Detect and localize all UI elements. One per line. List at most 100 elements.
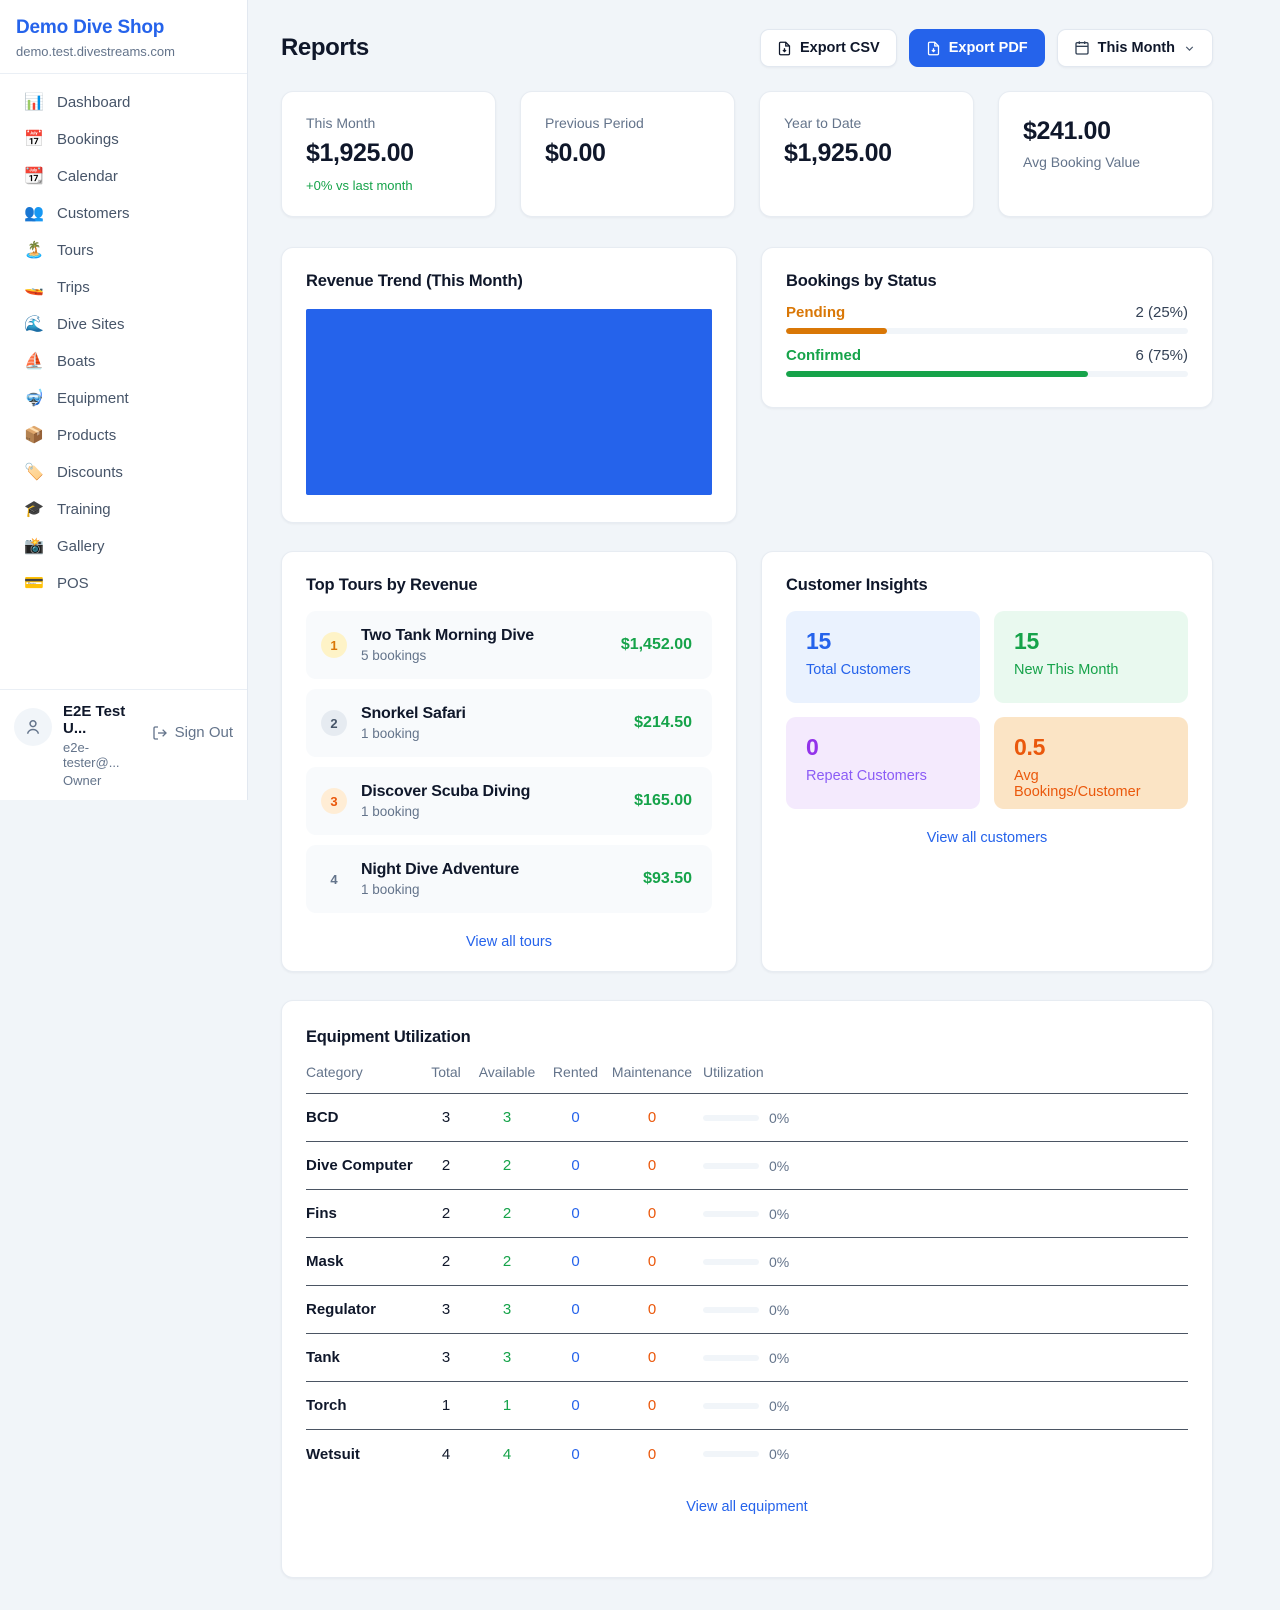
person-icon bbox=[23, 717, 43, 737]
equipment-title: Equipment Utilization bbox=[306, 1028, 1188, 1047]
utilization-bar bbox=[703, 1403, 759, 1409]
column-header-utilization: Utilization bbox=[696, 1064, 1188, 1080]
sidebar-item-tours[interactable]: 🏝️Tours bbox=[12, 232, 235, 269]
camera-icon: 📸 bbox=[24, 539, 44, 555]
sidebar-item-boats[interactable]: ⛵Boats bbox=[12, 343, 235, 380]
bar-chart-icon: 📊 bbox=[24, 95, 44, 111]
charts-row: Revenue Trend (This Month) Bookings by S… bbox=[281, 247, 1213, 523]
sidebar-item-label: Customers bbox=[57, 205, 130, 222]
tour-revenue: $93.50 bbox=[643, 870, 692, 888]
stat-delta: +0% vs last month bbox=[306, 178, 471, 193]
sign-out-label: Sign Out bbox=[175, 724, 233, 741]
cell-category: Wetsuit bbox=[306, 1446, 421, 1463]
cell-available: 3 bbox=[471, 1301, 543, 1318]
stat-value: $0.00 bbox=[545, 139, 710, 168]
sidebar-item-products[interactable]: 📦Products bbox=[12, 417, 235, 454]
view-all-customers-link[interactable]: View all customers bbox=[786, 830, 1188, 846]
revenue-trend-bar bbox=[306, 309, 712, 495]
tour-bookings: 1 booking bbox=[361, 726, 620, 741]
tour-info: Night Dive Adventure1 booking bbox=[361, 861, 629, 897]
sidebar-item-label: Calendar bbox=[57, 168, 118, 185]
top-tours-title: Top Tours by Revenue bbox=[306, 576, 712, 595]
equipment-row-bcd: BCD33000% bbox=[306, 1094, 1188, 1142]
rank-badge: 3 bbox=[321, 788, 347, 814]
stat-card-1: Previous Period$0.00 bbox=[520, 91, 735, 217]
user-role: Owner bbox=[63, 773, 141, 788]
sidebar-item-dashboard[interactable]: 📊 Dashboard bbox=[12, 84, 235, 121]
cell-available: 3 bbox=[471, 1109, 543, 1126]
status-progress-track bbox=[786, 328, 1188, 334]
customer-insights-card: Customer Insights 15Total Customers15New… bbox=[761, 551, 1213, 972]
sidebar-item-bookings[interactable]: 📅Bookings bbox=[12, 121, 235, 158]
tour-bookings: 1 booking bbox=[361, 804, 620, 819]
sidebar-item-label: POS bbox=[57, 575, 89, 592]
column-header-total: Total bbox=[421, 1064, 471, 1080]
utilization-text: 0% bbox=[769, 1350, 789, 1366]
tour-row-1: 1Two Tank Morning Dive5 bookings$1,452.0… bbox=[306, 611, 712, 679]
logout-icon bbox=[152, 725, 168, 741]
period-dropdown[interactable]: This Month bbox=[1057, 29, 1213, 67]
cell-maintenance: 0 bbox=[608, 1397, 696, 1414]
cell-rented: 0 bbox=[543, 1349, 608, 1366]
calendar-17-icon: 📅 bbox=[24, 132, 44, 148]
sidebar-item-gallery[interactable]: 📸 Gallery bbox=[12, 528, 235, 565]
tour-row-4: 4Night Dive Adventure1 booking$93.50 bbox=[306, 845, 712, 913]
sailboat-icon: ⛵ bbox=[24, 354, 44, 370]
cell-category: Torch bbox=[306, 1397, 421, 1414]
cell-utilization: 0% bbox=[696, 1350, 1188, 1366]
cell-utilization: 0% bbox=[696, 1398, 1188, 1414]
tour-info: Discover Scuba Diving1 booking bbox=[361, 783, 620, 819]
period-label: This Month bbox=[1098, 40, 1175, 56]
speedboat-icon: 🚤 bbox=[24, 280, 44, 296]
sidebar-item-customers[interactable]: 👥Customers bbox=[12, 195, 235, 232]
tour-revenue: $165.00 bbox=[634, 792, 692, 810]
stat-label: Avg Booking Value bbox=[1023, 154, 1188, 170]
view-all-tours-link[interactable]: View all tours bbox=[306, 934, 712, 950]
sidebar-item-trips[interactable]: 🚤Trips bbox=[12, 269, 235, 306]
cell-rented: 0 bbox=[543, 1446, 608, 1463]
utilization-text: 0% bbox=[769, 1206, 789, 1222]
tour-info: Two Tank Morning Dive5 bookings bbox=[361, 627, 607, 663]
sidebar-item-discounts[interactable]: 🏷️Discounts bbox=[12, 454, 235, 491]
status-count: 6 (75%) bbox=[1135, 347, 1188, 364]
cell-rented: 0 bbox=[543, 1301, 608, 1318]
view-all-equipment-link[interactable]: View all equipment bbox=[306, 1499, 1188, 1515]
sidebar-item-equipment[interactable]: 🤿Equipment bbox=[12, 380, 235, 417]
status-progress-track bbox=[786, 371, 1188, 377]
column-header-available: Available bbox=[471, 1064, 543, 1080]
cell-category: Regulator bbox=[306, 1301, 421, 1318]
sidebar-item-calendar[interactable]: 📆 Calendar bbox=[12, 158, 235, 195]
utilization-bar bbox=[703, 1259, 759, 1265]
cell-total: 3 bbox=[421, 1301, 471, 1318]
cell-category: BCD bbox=[306, 1109, 421, 1126]
cell-maintenance: 0 bbox=[608, 1253, 696, 1270]
utilization-bar bbox=[703, 1451, 759, 1457]
calendar-icon: 📆 bbox=[24, 169, 44, 185]
chevron-down-icon bbox=[1183, 42, 1196, 55]
column-header-category: Category bbox=[306, 1064, 421, 1080]
export-pdf-button[interactable]: Export PDF bbox=[909, 29, 1045, 67]
sidebar-item-dive-sites[interactable]: 🌊Dive Sites bbox=[12, 306, 235, 343]
utilization-bar bbox=[703, 1115, 759, 1121]
sidebar-item-pos[interactable]: 💳 POS bbox=[12, 565, 235, 602]
sidebar: Demo Dive Shop demo.test.divestreams.com… bbox=[0, 0, 248, 800]
export-csv-button[interactable]: Export CSV bbox=[760, 29, 897, 67]
cell-utilization: 0% bbox=[696, 1446, 1188, 1462]
cell-available: 2 bbox=[471, 1253, 543, 1270]
credit-card-icon: 💳 bbox=[24, 576, 44, 592]
insight-tile-blue: 15Total Customers bbox=[786, 611, 980, 703]
page-title: Reports bbox=[281, 34, 369, 62]
utilization-text: 0% bbox=[769, 1398, 789, 1414]
cell-category: Dive Computer bbox=[306, 1157, 421, 1174]
utilization-text: 0% bbox=[769, 1446, 789, 1462]
equipment-row-mask: Mask22000% bbox=[306, 1238, 1188, 1286]
insight-tile-orange: 0.5Avg Bookings/Customer bbox=[994, 717, 1188, 809]
cell-total: 2 bbox=[421, 1205, 471, 1222]
stat-label: Year to Date bbox=[784, 115, 949, 131]
bookings-by-status-title: Bookings by Status bbox=[786, 272, 1188, 291]
sidebar-item-training[interactable]: 🎓Training bbox=[12, 491, 235, 528]
lists-row: Top Tours by Revenue 1Two Tank Morning D… bbox=[281, 551, 1213, 972]
sign-out-button[interactable]: Sign Out bbox=[152, 724, 233, 741]
sidebar-item-label: Gallery bbox=[57, 538, 105, 555]
sidebar-item-label: Dashboard bbox=[57, 94, 130, 111]
